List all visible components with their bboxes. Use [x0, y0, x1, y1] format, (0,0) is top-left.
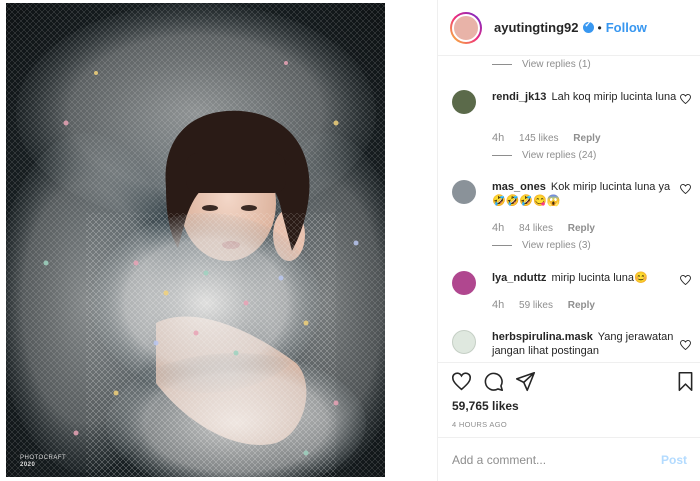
bookmark-icon[interactable]	[676, 371, 698, 393]
comments-list[interactable]: View replies (1) rendi_jk13 Lah koq miri…	[438, 56, 700, 362]
add-comment-input[interactable]	[452, 452, 661, 467]
comment-time[interactable]: 4h	[492, 222, 504, 234]
comment-item: mas_ones Kok mirip lucinta luna ya🤣🤣🤣😋😱 …	[452, 180, 697, 260]
watermark-year: 2020	[20, 462, 36, 468]
commenter-avatar[interactable]	[452, 90, 476, 114]
commenter-avatar[interactable]	[452, 271, 476, 295]
follow-button[interactable]: Follow	[606, 20, 647, 35]
comment-meta: 4h 59 likes Reply	[492, 299, 607, 311]
comment-likes[interactable]: 59 likes	[519, 300, 553, 311]
post-comment-button[interactable]: Post	[661, 453, 687, 467]
comment-time[interactable]: 4h	[492, 299, 504, 311]
view-replies-label: View replies (3)	[522, 240, 591, 251]
commenter-username[interactable]: rendi_jk13	[492, 91, 546, 103]
post-header: ayutingting92 • Follow	[438, 0, 700, 56]
post-side-panel: ayutingting92 • Follow View replies (1) …	[437, 0, 700, 481]
reply-button[interactable]: Reply	[573, 133, 600, 144]
author-avatar[interactable]	[450, 11, 482, 44]
comment-item: herbspirulina.mask Yang jerawatan jangan…	[452, 330, 697, 362]
comment-content: Lah koq mirip lucinta luna	[551, 91, 677, 103]
comment-likes[interactable]: 84 likes	[519, 223, 553, 234]
photo-illustration	[6, 3, 385, 477]
like-comment-heart-icon[interactable]	[680, 183, 691, 197]
post-modal: PHOTOCRAFT 2020 ayutingting92 • Follow V…	[0, 0, 700, 481]
reply-button[interactable]: Reply	[568, 223, 595, 234]
comment-icon[interactable]	[483, 371, 505, 393]
comment-content: mirip lucinta luna😊	[551, 272, 648, 284]
author-username[interactable]: ayutingting92	[494, 20, 579, 35]
verified-badge-icon	[582, 20, 594, 33]
comment-text: rendi_jk13 Lah koq mirip lucinta luna	[492, 90, 677, 104]
reply-button[interactable]: Reply	[568, 300, 595, 311]
comment-text: mas_ones Kok mirip lucinta luna ya🤣🤣🤣😋😱	[492, 180, 677, 208]
comment-item: rendi_jk13 Lah koq mirip lucinta luna 4h…	[452, 90, 697, 170]
heart-icon[interactable]	[451, 371, 473, 393]
commenter-username[interactable]: herbspirulina.mask	[492, 331, 593, 343]
photo-image: PHOTOCRAFT 2020	[6, 3, 385, 477]
comment-likes[interactable]: 145 likes	[519, 133, 558, 144]
share-icon[interactable]	[515, 371, 537, 393]
comment-item: lya_nduttz mirip lucinta luna😊 4h 59 lik…	[452, 271, 697, 331]
comment-text: lya_nduttz mirip lucinta luna😊	[492, 271, 677, 285]
comment-meta: 4h 84 likes Reply	[492, 222, 607, 234]
comment-time[interactable]: 4h	[492, 132, 504, 144]
commenter-username[interactable]: lya_nduttz	[492, 272, 546, 284]
post-actions: 59,765 likes 4 HOURS AGO	[438, 362, 700, 436]
post-photo[interactable]: PHOTOCRAFT 2020	[0, 0, 437, 481]
like-comment-heart-icon[interactable]	[680, 339, 691, 353]
add-comment-bar: Post	[438, 437, 700, 481]
comment-meta: 4h 145 likes Reply	[492, 132, 613, 144]
view-replies-label: View replies (24)	[522, 150, 597, 161]
commenter-avatar[interactable]	[452, 180, 476, 204]
like-comment-heart-icon[interactable]	[680, 93, 691, 107]
view-replies-label: View replies (1)	[522, 59, 591, 70]
commenter-avatar[interactable]	[452, 330, 476, 354]
view-replies-button[interactable]: View replies (3)	[492, 240, 591, 251]
photo-watermark: PHOTOCRAFT 2020	[20, 455, 66, 469]
watermark-text: PHOTOCRAFT	[20, 455, 67, 461]
like-comment-heart-icon[interactable]	[680, 274, 691, 288]
likes-count[interactable]: 59,765 likes	[452, 399, 519, 413]
commenter-username[interactable]: mas_ones	[492, 181, 546, 193]
view-replies-button[interactable]: View replies (24)	[492, 150, 596, 161]
separator-dot: •	[597, 20, 602, 35]
view-replies-button[interactable]: View replies (1)	[492, 59, 591, 70]
post-timestamp[interactable]: 4 HOURS AGO	[452, 420, 507, 429]
comment-text: herbspirulina.mask Yang jerawatan jangan…	[492, 330, 677, 358]
